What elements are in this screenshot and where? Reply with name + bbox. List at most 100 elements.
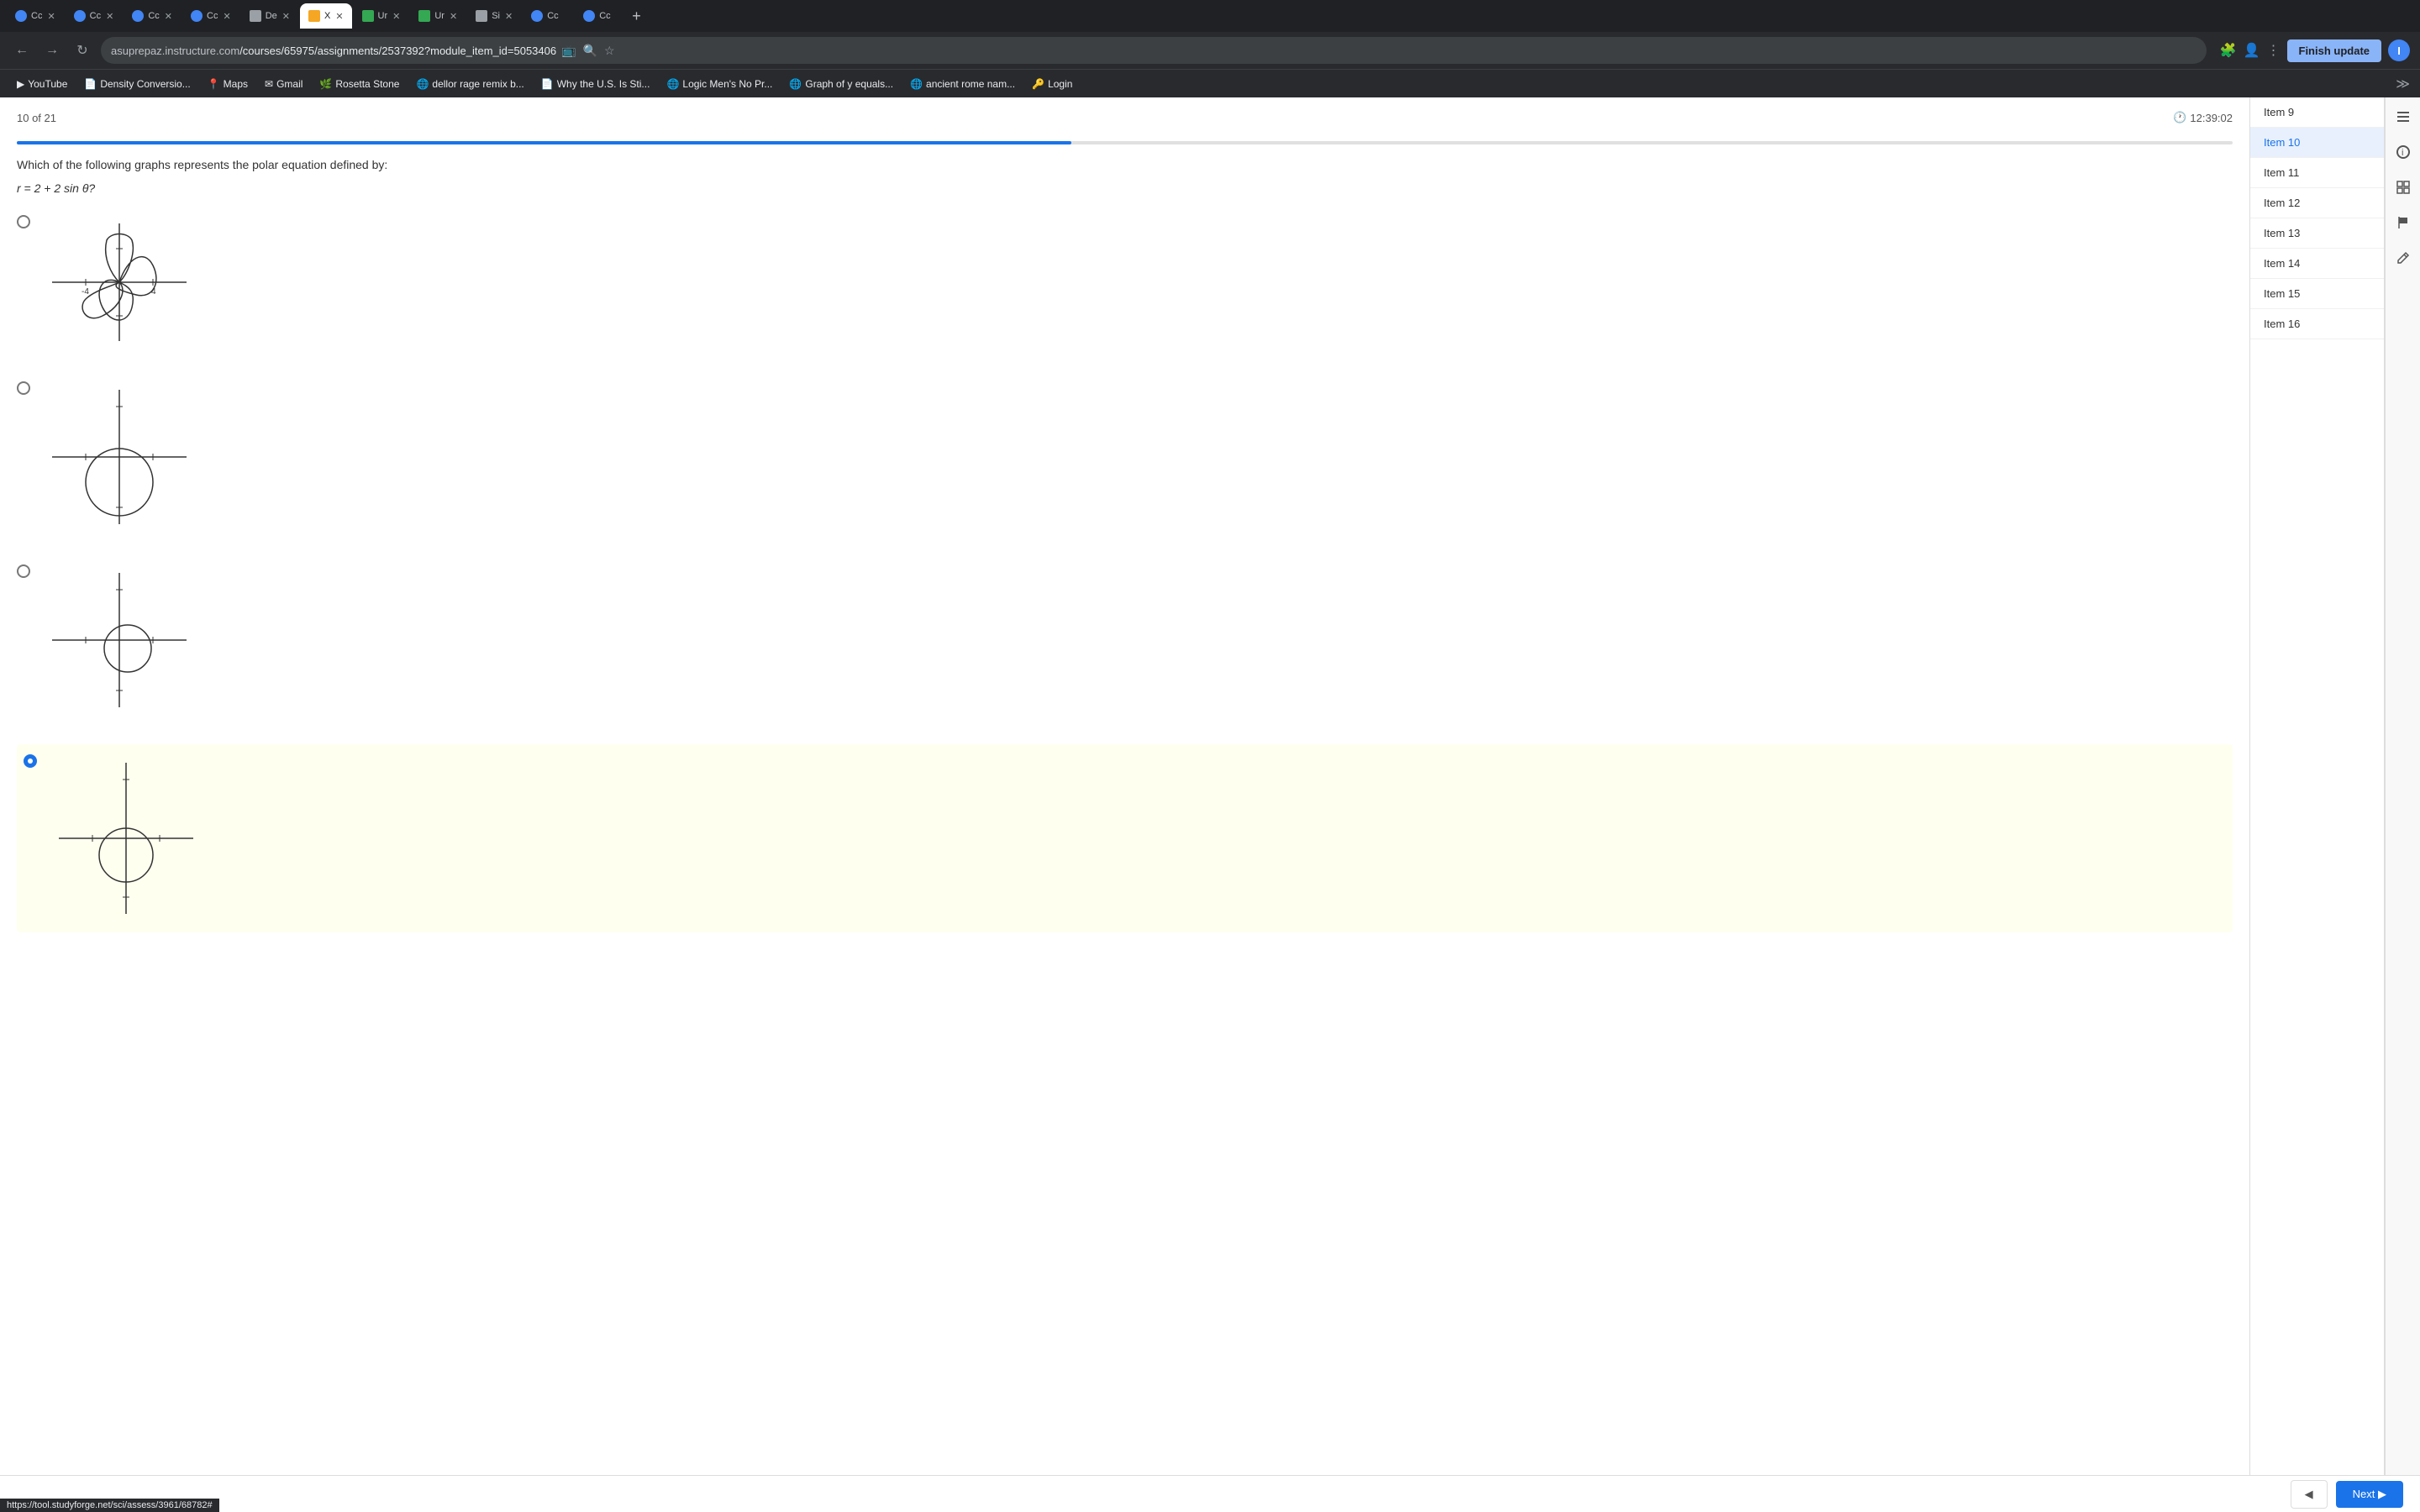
- bookmark-logic-label: Logic Men's No Pr...: [682, 78, 772, 90]
- profile-avatar[interactable]: I: [2388, 39, 2410, 61]
- sidebar-item-14[interactable]: Item 14: [2250, 249, 2384, 279]
- item-list: Item 9 Item 10 Item 11 Item 12 Item 13 I…: [2250, 97, 2385, 1512]
- bookmarks-more-button[interactable]: ≫: [2396, 76, 2410, 92]
- rome-icon: 🌐: [910, 78, 923, 90]
- timer-text: 12:39:02: [2190, 112, 2233, 124]
- address-text: asuprepaz.instructure.com/courses/65975/…: [111, 45, 556, 57]
- tab-3[interactable]: Cc ✕: [124, 3, 181, 29]
- sidebar-item-16[interactable]: Item 16: [2250, 309, 2384, 339]
- sidebar-item-11[interactable]: Item 11: [2250, 158, 2384, 188]
- bookmark-dellor-label: dellor rage remix b...: [432, 78, 523, 90]
- radio-a[interactable]: [17, 215, 30, 228]
- answer-option-c[interactable]: [17, 561, 2233, 719]
- bookmark-rome[interactable]: 🌐 ancient rome nam...: [903, 75, 1022, 93]
- tab-close-9[interactable]: ✕: [505, 11, 513, 22]
- list-panel-icon[interactable]: [2391, 104, 2416, 129]
- bookmark-youtube-label: YouTube: [28, 78, 67, 90]
- profile-menu-icon[interactable]: 👤: [2244, 42, 2260, 59]
- reload-button[interactable]: ↻: [71, 39, 94, 62]
- flag-panel-icon[interactable]: [2391, 210, 2416, 235]
- login-icon: 🔑: [1032, 78, 1044, 90]
- bookmark-dellor[interactable]: 🌐 dellor rage remix b...: [409, 75, 530, 93]
- radio-d[interactable]: [24, 754, 37, 768]
- tab-1[interactable]: Cc ✕: [7, 3, 64, 29]
- new-tab-button[interactable]: +: [632, 8, 641, 25]
- extension-icon[interactable]: 🧩: [2220, 42, 2237, 59]
- progress-bar: [17, 141, 2233, 144]
- tab-close-4[interactable]: ✕: [223, 11, 230, 22]
- youtube-icon: ▶: [17, 78, 24, 90]
- tab-4[interactable]: Cc ✕: [182, 3, 239, 29]
- address-bar-row: ← → ↻ asuprepaz.instructure.com/courses/…: [0, 32, 2420, 69]
- search-icon[interactable]: 🔍: [583, 44, 597, 58]
- density-icon: 📄: [84, 78, 97, 90]
- rosetta-icon: 🌿: [319, 78, 332, 90]
- sidebar-item-15[interactable]: Item 15: [2250, 279, 2384, 309]
- graph-a: -4 4: [40, 212, 198, 353]
- answer-option-b[interactable]: [17, 378, 2233, 536]
- bookmark-why[interactable]: 📄 Why the U.S. Is Sti...: [534, 75, 657, 93]
- bookmark-graph[interactable]: 🌐 Graph of y equals...: [782, 75, 900, 93]
- bookmark-maps[interactable]: 📍 Maps: [201, 75, 255, 93]
- tab-close-6[interactable]: ✕: [335, 11, 343, 22]
- clock-icon: 🕐: [2173, 111, 2186, 124]
- prev-button[interactable]: ◀: [2291, 1480, 2328, 1509]
- address-bar[interactable]: asuprepaz.instructure.com/courses/65975/…: [101, 37, 2207, 64]
- tab-close-1[interactable]: ✕: [47, 11, 55, 22]
- sidebar-item-10[interactable]: Item 10: [2250, 128, 2384, 158]
- tab-close-7[interactable]: ✕: [392, 11, 400, 22]
- bookmark-density-label: Density Conversio...: [100, 78, 190, 90]
- bookmarks-bar: ▶ YouTube 📄 Density Conversio... 📍 Maps …: [0, 69, 2420, 97]
- screen-cast-icon[interactable]: 📺: [561, 44, 576, 58]
- next-button[interactable]: Next ▶: [2336, 1481, 2403, 1508]
- tab-5[interactable]: De ✕: [241, 3, 298, 29]
- logic-icon: 🌐: [666, 78, 679, 90]
- progress-bar-fill: [17, 141, 1071, 144]
- radio-b[interactable]: [17, 381, 30, 395]
- tab-7[interactable]: Ur ✕: [354, 3, 409, 29]
- info-panel-icon[interactable]: i: [2391, 139, 2416, 165]
- svg-text:-4: -4: [82, 287, 89, 297]
- svg-text:i: i: [2402, 148, 2403, 158]
- tab-10[interactable]: Cc: [523, 3, 573, 29]
- edit-panel-icon[interactable]: [2391, 245, 2416, 270]
- more-options-icon[interactable]: ⋮: [2267, 42, 2281, 59]
- page-content: 10 of 21 🕐 12:39:02 Which of the followi…: [0, 97, 2420, 1512]
- bookmark-density[interactable]: 📄 Density Conversio...: [77, 75, 197, 93]
- tab-close-8[interactable]: ✕: [450, 11, 457, 22]
- tab-2[interactable]: Cc ✕: [66, 3, 123, 29]
- bookmark-rosetta[interactable]: 🌿 Rosetta Stone: [313, 75, 406, 93]
- bookmark-login[interactable]: 🔑 Login: [1025, 75, 1079, 93]
- bookmark-graph-label: Graph of y equals...: [805, 78, 893, 90]
- forward-button[interactable]: →: [40, 39, 64, 62]
- tab-11[interactable]: Cc: [575, 3, 625, 29]
- tab-close-5[interactable]: ✕: [282, 11, 290, 22]
- tab-close-2[interactable]: ✕: [106, 11, 113, 22]
- tab-6-active[interactable]: X ✕: [300, 3, 352, 29]
- bookmark-login-label: Login: [1048, 78, 1072, 90]
- sidebar-item-12[interactable]: Item 12: [2250, 188, 2384, 218]
- icons-panel: i: [2385, 97, 2420, 1512]
- status-url: https://tool.studyforge.net/sci/assess/3…: [7, 1500, 213, 1510]
- side-panel: Item 9 Item 10 Item 11 Item 12 Item 13 I…: [2249, 97, 2420, 1512]
- answer-option-d[interactable]: [17, 744, 2233, 932]
- bookmark-star-icon[interactable]: ☆: [604, 44, 615, 58]
- bookmark-youtube[interactable]: ▶ YouTube: [10, 75, 74, 93]
- sidebar-item-13[interactable]: Item 13: [2250, 218, 2384, 249]
- radio-c[interactable]: [17, 564, 30, 578]
- dellor-icon: 🌐: [416, 78, 429, 90]
- back-button[interactable]: ←: [10, 39, 34, 62]
- bookmark-rosetta-label: Rosetta Stone: [335, 78, 399, 90]
- tab-close-3[interactable]: ✕: [165, 11, 172, 22]
- why-icon: 📄: [541, 78, 554, 90]
- bookmark-logic[interactable]: 🌐 Logic Men's No Pr...: [660, 75, 779, 93]
- tab-bar: Cc ✕ Cc ✕ Cc ✕ Cc ✕ De ✕ X ✕: [0, 0, 2420, 32]
- finish-update-button[interactable]: Finish update: [2287, 39, 2382, 62]
- bookmark-gmail[interactable]: ✉ Gmail: [258, 75, 309, 93]
- answer-option-a[interactable]: -4 4: [17, 212, 2233, 353]
- graph-b: [40, 378, 198, 536]
- grid-panel-icon[interactable]: [2391, 175, 2416, 200]
- tab-8[interactable]: Ur ✕: [410, 3, 466, 29]
- sidebar-item-9[interactable]: Item 9: [2250, 97, 2384, 128]
- tab-9[interactable]: Si ✕: [467, 3, 521, 29]
